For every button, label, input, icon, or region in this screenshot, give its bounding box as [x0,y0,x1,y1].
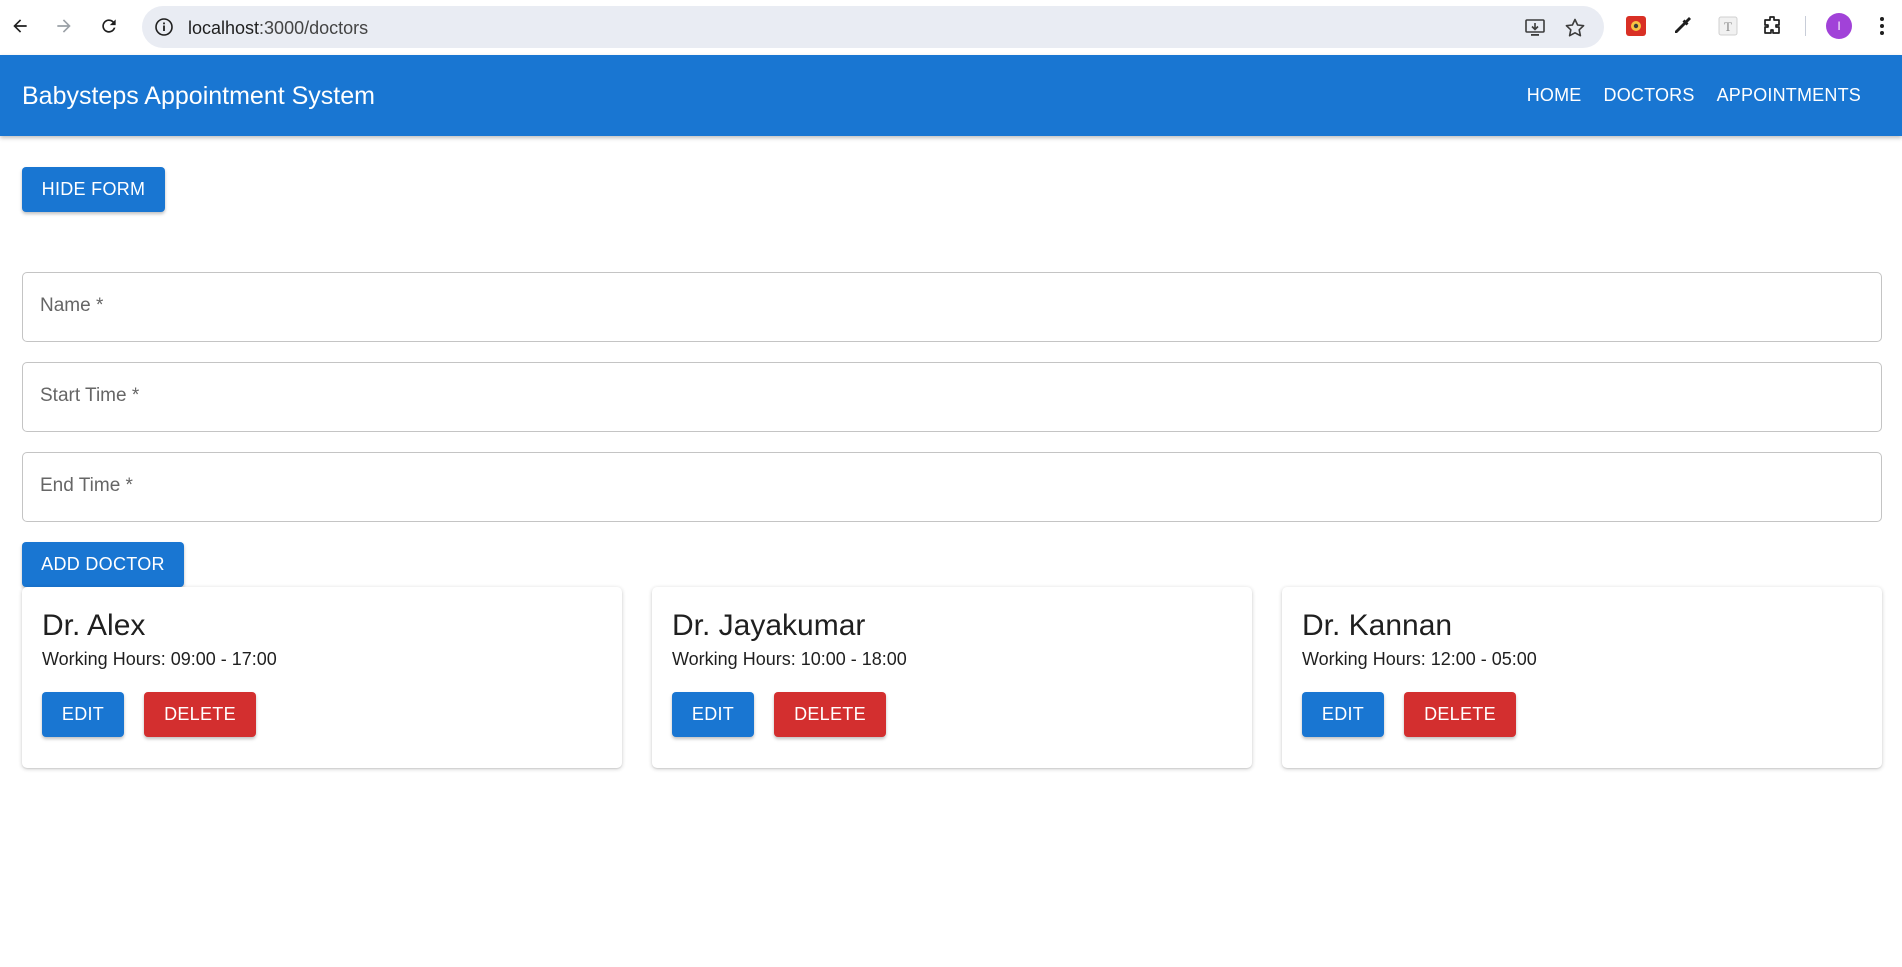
doctor-name: Dr. Alex [42,609,146,642]
delete-button[interactable]: DELETE [1404,692,1516,737]
profile-initial: I [1837,19,1841,33]
address-bar[interactable]: localhost:3000/doctors [142,6,1604,48]
install-app-icon[interactable] [1524,17,1546,39]
bookmark-star-icon[interactable] [1564,17,1586,39]
url-path: :3000/doctors [259,18,369,38]
back-arrow-icon[interactable] [8,14,32,38]
working-hours: Working Hours: 12:00 - 05:00 [1302,649,1537,669]
site-info-icon[interactable] [154,17,174,37]
start-time-field-label: Start Time * [40,385,140,406]
hide-form-button[interactable]: HIDE FORM [22,167,165,212]
working-hours: Working Hours: 09:00 - 17:00 [42,649,277,669]
nav-doctors-link[interactable]: DOCTORS [1593,85,1706,106]
nav-appointments-link[interactable]: APPOINTMENTS [1706,85,1872,106]
name-field[interactable]: Name * [22,272,1882,342]
doctor-name: Dr. Kannan [1302,609,1453,642]
extensions-icon[interactable] [1760,14,1784,38]
doctor-card: Dr. Kannan Working Hours: 12:00 - 05:00 … [1282,587,1882,768]
url-host: localhost [188,18,260,38]
nav-home-link[interactable]: HOME [1516,85,1593,106]
browser-toolbar: localhost:3000/doctors T I [0,0,1902,54]
main-nav: HOME DOCTORS APPOINTMENTS [1516,85,1872,106]
menu-kebab-icon[interactable] [1876,14,1888,38]
delete-button[interactable]: DELETE [144,692,256,737]
svg-text:T: T [1724,19,1732,34]
edit-button[interactable]: EDIT [672,692,754,737]
forward-arrow-icon[interactable] [52,14,76,38]
start-time-field[interactable]: Start Time * [22,362,1882,432]
end-time-field[interactable]: End Time * [22,452,1882,522]
toolbar-divider [1805,16,1806,36]
reload-icon[interactable] [97,14,121,38]
extension-puzzle-icon[interactable] [1624,14,1648,38]
doctor-name: Dr. Jayakumar [672,609,866,642]
app-title: Babysteps Appointment System [22,82,375,110]
profile-avatar[interactable]: I [1826,13,1852,39]
working-hours: Working Hours: 10:00 - 18:00 [672,649,907,669]
edit-button[interactable]: EDIT [42,692,124,737]
font-extension-icon[interactable]: T [1716,14,1740,38]
add-doctor-button[interactable]: ADD DOCTOR [22,542,184,587]
eyedropper-icon[interactable] [1670,14,1694,38]
name-field-label: Name * [40,295,104,316]
url-text: localhost:3000/doctors [188,18,368,39]
end-time-field-label: End Time * [40,475,133,496]
edit-button[interactable]: EDIT [1302,692,1384,737]
delete-button[interactable]: DELETE [774,692,886,737]
app-header: Babysteps Appointment System HOME DOCTOR… [0,55,1902,136]
doctor-card: Dr. Alex Working Hours: 09:00 - 17:00 ED… [22,587,622,768]
doctor-card: Dr. Jayakumar Working Hours: 10:00 - 18:… [652,587,1252,768]
